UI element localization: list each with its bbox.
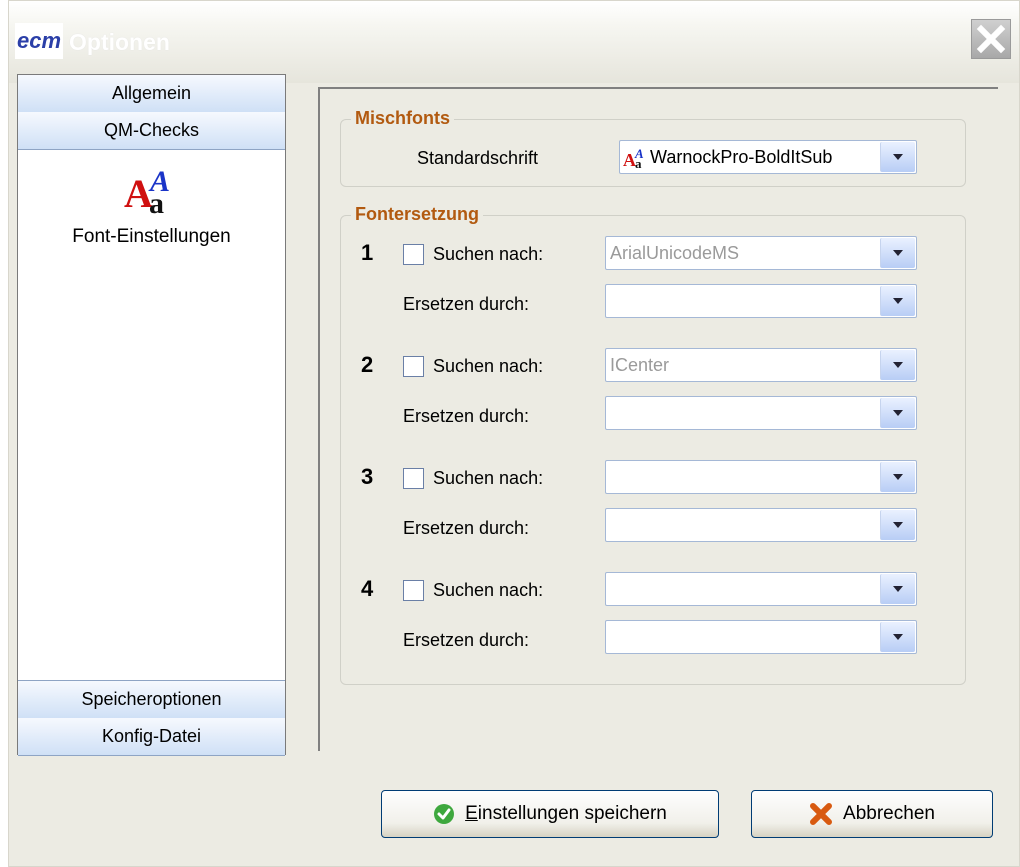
- ersetzen-label: Ersetzen durch:: [403, 406, 530, 426]
- fontersetzung-group: Fontersetzung 1 Suchen nach: ArialUnicod…: [340, 204, 966, 685]
- settings-panel: Mischfonts Standardschrift A A a Warnock…: [318, 87, 998, 751]
- nav-item-qm-checks[interactable]: QM-Checks: [18, 112, 285, 150]
- options-dialog: ecm Optionen Allgemein QM-Checks A A a F…: [8, 0, 1020, 867]
- chevron-down-icon[interactable]: [880, 622, 915, 652]
- standardschrift-dropdown[interactable]: A A a WarnockPro-BoldItSub: [619, 140, 917, 174]
- suchen-dropdown-3[interactable]: [605, 460, 917, 494]
- save-settings-button[interactable]: Einstellungen speichern: [381, 790, 719, 838]
- close-button[interactable]: [971, 19, 1011, 59]
- ersetzen-label: Ersetzen durch:: [403, 518, 530, 538]
- suchen-label: Suchen nach:: [433, 244, 544, 264]
- chevron-down-icon[interactable]: [880, 510, 915, 540]
- options-navigation: Allgemein QM-Checks A A a Font-Einstellu…: [17, 74, 286, 756]
- suchen-label: Suchen nach:: [433, 468, 544, 488]
- ecm-logo-icon: ecm: [15, 23, 63, 59]
- dropdown-value: WarnockPro-BoldItSub: [650, 147, 833, 167]
- svg-text:a: a: [635, 156, 642, 169]
- ersetzen-label: Ersetzen durch:: [403, 630, 530, 650]
- dropdown-value: ArialUnicodeMS: [610, 243, 740, 263]
- chevron-down-icon[interactable]: [880, 286, 915, 316]
- chevron-down-icon[interactable]: [880, 142, 915, 172]
- title-bar: ecm Optionen: [9, 1, 1019, 83]
- nav-item-label: Konfig-Datei: [101, 726, 202, 746]
- cross-icon: [810, 803, 833, 825]
- suchen-dropdown-2[interactable]: ICenter: [605, 348, 917, 382]
- nav-item-allgemein[interactable]: Allgemein: [18, 75, 285, 113]
- row-number: 1: [361, 240, 374, 265]
- suchen-dropdown-1[interactable]: ArialUnicodeMS: [605, 236, 917, 270]
- chevron-down-icon[interactable]: [880, 462, 915, 492]
- cancel-button[interactable]: Abbrechen: [751, 790, 993, 838]
- logo-text: ecm: [16, 28, 62, 53]
- close-icon: [976, 24, 1006, 54]
- suchen-checkbox-4[interactable]: [403, 580, 424, 601]
- chevron-down-icon[interactable]: [880, 350, 915, 380]
- nav-item-label: Allgemein: [111, 83, 192, 103]
- nav-item-konfig-datei[interactable]: Konfig-Datei: [18, 718, 285, 756]
- nav-item-label: Speicheroptionen: [81, 689, 222, 709]
- group-title: Fontersetzung: [351, 204, 483, 225]
- svg-text:a: a: [149, 187, 164, 217]
- chevron-down-icon[interactable]: [880, 238, 915, 268]
- nav-item-label: QM-Checks: [103, 120, 199, 140]
- row-number: 3: [361, 464, 374, 489]
- save-button-label: Einstellungen speichern: [465, 803, 667, 824]
- ersetzen-dropdown-1[interactable]: [605, 284, 917, 318]
- dropdown-value: ICenter: [610, 355, 670, 375]
- suchen-checkbox-2[interactable]: [403, 356, 424, 377]
- checkmark-icon: [434, 804, 455, 824]
- chevron-down-icon[interactable]: [880, 574, 915, 604]
- window-title: Optionen: [69, 29, 170, 55]
- row-number: 2: [361, 352, 374, 377]
- suchen-checkbox-3[interactable]: [403, 468, 424, 489]
- ersetzen-dropdown-4[interactable]: [605, 620, 917, 654]
- group-title: Mischfonts: [351, 108, 455, 129]
- ersetzen-dropdown-3[interactable]: [605, 508, 917, 542]
- chevron-down-icon[interactable]: [880, 398, 915, 428]
- suchen-label: Suchen nach:: [433, 580, 544, 600]
- mischfonts-group: Mischfonts Standardschrift A A a Warnock…: [340, 108, 966, 187]
- suchen-dropdown-4[interactable]: [605, 572, 917, 606]
- nav-item-label: Font-Einstellungen: [72, 226, 231, 247]
- font-icon: A A a: [623, 147, 644, 169]
- cancel-button-label: Abbrechen: [843, 803, 935, 824]
- suchen-checkbox-1[interactable]: [403, 244, 424, 265]
- ersetzen-label: Ersetzen durch:: [403, 294, 530, 314]
- font-icon: A A a: [124, 165, 170, 217]
- nav-item-speicheroptionen[interactable]: Speicheroptionen: [18, 680, 285, 719]
- nav-item-font-einstellungen[interactable]: A A a Font-Einstellungen: [18, 161, 285, 248]
- standardschrift-label: Standardschrift: [417, 148, 539, 168]
- ersetzen-dropdown-2[interactable]: [605, 396, 917, 430]
- row-number: 4: [361, 576, 374, 601]
- suchen-label: Suchen nach:: [433, 356, 544, 376]
